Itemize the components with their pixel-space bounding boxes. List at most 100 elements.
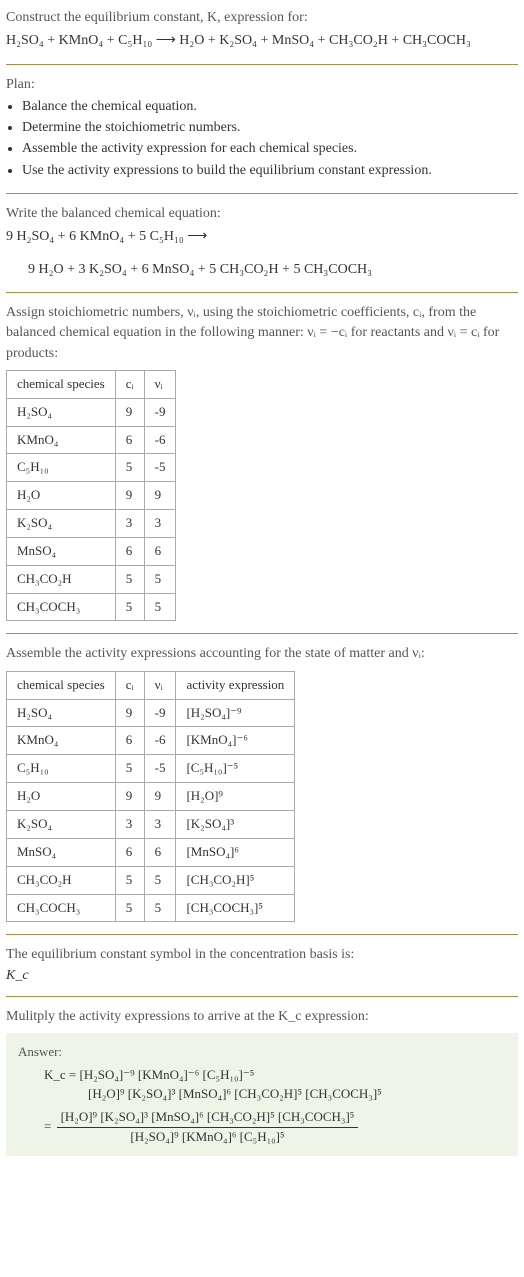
list-item: Determine the stoichiometric numbers. xyxy=(22,118,518,138)
table-cell: K₂SO₄ xyxy=(7,810,116,838)
table-cell: 3 xyxy=(144,510,176,538)
table-cell: -9 xyxy=(144,699,176,727)
list-item: Balance the chemical equation. xyxy=(22,97,518,117)
table-cell: 5 xyxy=(115,565,144,593)
balanced-rhs: 9 H₂O + 3 K₂SO₄ + 6 MnSO₄ + 5 CH₃CO₂H + … xyxy=(28,260,518,280)
table-cell: 3 xyxy=(115,510,144,538)
table-cell: C₅H₁₀ xyxy=(7,454,116,482)
table-cell: 5 xyxy=(144,565,176,593)
list-item: Use the activity expressions to build th… xyxy=(22,161,518,181)
col-ci: cᵢ xyxy=(115,671,144,699)
table-cell: 5 xyxy=(144,894,176,922)
fraction-denominator: [H₂SO₄]⁹ [KMnO₄]⁶ [C₅H₁₀]⁵ xyxy=(57,1128,359,1147)
table-cell: 6 xyxy=(115,838,144,866)
balanced-label: Write the balanced chemical equation: xyxy=(6,204,518,224)
divider xyxy=(6,292,518,293)
table-cell: 9 xyxy=(115,783,144,811)
table-cell: 6 xyxy=(115,426,144,454)
plan-list: Balance the chemical equation. Determine… xyxy=(6,97,518,181)
table-cell: CH₃CO₂H xyxy=(7,565,116,593)
table-cell: 9 xyxy=(144,783,176,811)
table-row: CH₃CO₂H55[CH₃CO₂H]⁵ xyxy=(7,866,295,894)
equals-sign: = xyxy=(44,1118,55,1133)
col-nui: νᵢ xyxy=(144,671,176,699)
plan-label: Plan: xyxy=(6,75,518,95)
table-cell: [K₂SO₄]³ xyxy=(176,810,295,838)
col-ci: cᵢ xyxy=(115,370,144,398)
table-row: H₂SO₄9-9[H₂SO₄]⁻⁹ xyxy=(7,699,295,727)
answer-line-1b: [H₂O]⁹ [K₂SO₄]³ [MnSO₄]⁶ [CH₃CO₂H]⁵ [CH₃… xyxy=(88,1085,506,1104)
table-cell: CH₃COCH₃ xyxy=(7,593,116,621)
table-cell: -6 xyxy=(144,426,176,454)
table-row: MnSO₄66[MnSO₄]⁶ xyxy=(7,838,295,866)
table-cell: [H₂SO₄]⁻⁹ xyxy=(176,699,295,727)
table-cell: CH₃COCH₃ xyxy=(7,894,116,922)
table-cell: KMnO₄ xyxy=(7,426,116,454)
table-cell: 9 xyxy=(115,398,144,426)
table-row: C₅H₁₀5-5[C₅H₁₀]⁻⁵ xyxy=(7,755,295,783)
table-row: MnSO₄66 xyxy=(7,537,176,565)
activity-table: chemical species cᵢ νᵢ activity expressi… xyxy=(6,671,295,923)
table-cell: -6 xyxy=(144,727,176,755)
kc-symbol: K_c xyxy=(6,966,518,986)
table-header-row: chemical species cᵢ νᵢ xyxy=(7,370,176,398)
balanced-lhs: 9 H₂SO₄ + 6 KMnO₄ + 5 C₅H₁₀ ⟶ xyxy=(6,227,518,247)
table-cell: CH₃CO₂H xyxy=(7,866,116,894)
table-cell: 6 xyxy=(115,727,144,755)
table-cell: 9 xyxy=(115,699,144,727)
table-cell: 3 xyxy=(115,810,144,838)
table-row: CH₃COCH₃55[CH₃COCH₃]⁵ xyxy=(7,894,295,922)
col-activity: activity expression xyxy=(176,671,295,699)
answer-box: Answer: K_c = [H₂SO₄]⁻⁹ [KMnO₄]⁻⁶ [C₅H₁₀… xyxy=(6,1033,518,1156)
stoichiometric-table: chemical species cᵢ νᵢ H₂SO₄9-9KMnO₄6-6C… xyxy=(6,370,176,622)
table-cell: [MnSO₄]⁶ xyxy=(176,838,295,866)
table-row: CH₃CO₂H55 xyxy=(7,565,176,593)
intro-text: Construct the equilibrium constant, K, e… xyxy=(6,8,518,28)
table-row: K₂SO₄33 xyxy=(7,510,176,538)
answer-fraction: = [H₂O]⁹ [K₂SO₄]³ [MnSO₄]⁶ [CH₃CO₂H]⁵ [C… xyxy=(44,1108,506,1147)
table-cell: -5 xyxy=(144,755,176,783)
divider xyxy=(6,633,518,634)
table-cell: 6 xyxy=(144,838,176,866)
table-row: CH₃COCH₃55 xyxy=(7,593,176,621)
table-row: KMnO₄6-6 xyxy=(7,426,176,454)
table-cell: [H₂O]⁹ xyxy=(176,783,295,811)
table-row: H₂O99 xyxy=(7,482,176,510)
col-nui: νᵢ xyxy=(144,370,176,398)
table-cell: H₂SO₄ xyxy=(7,398,116,426)
table-cell: C₅H₁₀ xyxy=(7,755,116,783)
assemble-text: Assemble the activity expressions accoun… xyxy=(6,644,518,664)
table-cell: 5 xyxy=(144,866,176,894)
table-header-row: chemical species cᵢ νᵢ activity expressi… xyxy=(7,671,295,699)
table-cell: H₂O xyxy=(7,783,116,811)
table-cell: 5 xyxy=(115,866,144,894)
table-cell: 5 xyxy=(115,454,144,482)
divider xyxy=(6,934,518,935)
table-cell: H₂SO₄ xyxy=(7,699,116,727)
answer-line-1a: K_c = [H₂SO₄]⁻⁹ [KMnO₄]⁻⁶ [C₅H₁₀]⁻⁵ xyxy=(44,1066,506,1085)
table-cell: 5 xyxy=(115,894,144,922)
table-cell: [C₅H₁₀]⁻⁵ xyxy=(176,755,295,783)
multiply-text: Mulitply the activity expressions to arr… xyxy=(6,1007,518,1027)
table-cell: [CH₃CO₂H]⁵ xyxy=(176,866,295,894)
main-equation: H₂SO₄ + KMnO₄ + C₅H₁₀ ⟶ H₂O + K₂SO₄ + Mn… xyxy=(6,31,518,51)
table-row: H₂SO₄9-9 xyxy=(7,398,176,426)
table-cell: 9 xyxy=(144,482,176,510)
table-cell: 9 xyxy=(115,482,144,510)
table-row: C₅H₁₀5-5 xyxy=(7,454,176,482)
list-item: Assemble the activity expression for eac… xyxy=(22,139,518,159)
table-cell: KMnO₄ xyxy=(7,727,116,755)
table-cell: K₂SO₄ xyxy=(7,510,116,538)
table-cell: 5 xyxy=(115,593,144,621)
table-cell: -9 xyxy=(144,398,176,426)
divider xyxy=(6,996,518,997)
table-cell: 5 xyxy=(144,593,176,621)
table-cell: 5 xyxy=(115,755,144,783)
divider xyxy=(6,64,518,65)
assign-text: Assign stoichiometric numbers, νᵢ, using… xyxy=(6,303,518,364)
col-species: chemical species xyxy=(7,671,116,699)
table-row: K₂SO₄33[K₂SO₄]³ xyxy=(7,810,295,838)
table-cell: 6 xyxy=(115,537,144,565)
answer-label: Answer: xyxy=(18,1043,506,1062)
table-cell: H₂O xyxy=(7,482,116,510)
